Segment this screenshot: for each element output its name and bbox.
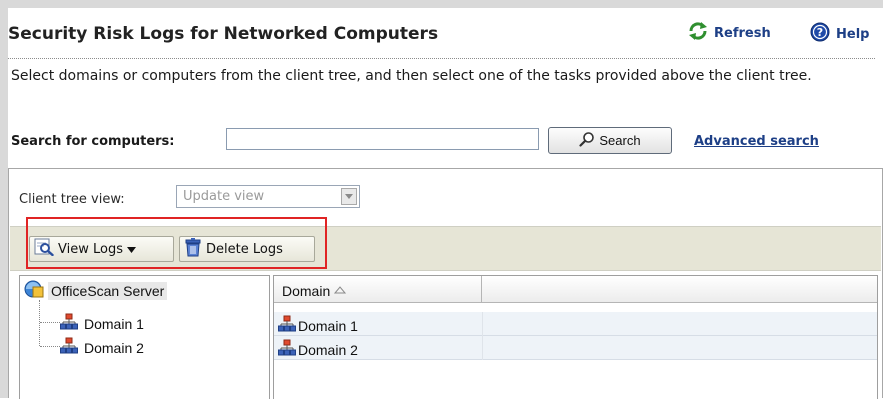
client-tree-view-value: Update view	[183, 189, 265, 204]
refresh-link[interactable]: Refresh	[688, 22, 771, 44]
chevron-down-icon[interactable]	[341, 188, 357, 205]
refresh-icon	[688, 22, 708, 44]
server-icon	[24, 280, 44, 302]
trash-icon	[184, 237, 202, 261]
search-input[interactable]	[226, 128, 539, 150]
column-header-domain[interactable]: Domain	[274, 276, 482, 302]
toolbar: View Logs Delete Logs	[10, 226, 881, 271]
search-icon	[579, 131, 595, 150]
domain-cell-label: Domain 2	[298, 341, 358, 358]
tree-item-label: Domain 1	[84, 315, 144, 332]
view-logs-icon	[34, 238, 54, 260]
grid-header: Domain	[274, 276, 877, 303]
delete-logs-button[interactable]: Delete Logs	[179, 236, 315, 262]
view-logs-button[interactable]: View Logs	[29, 236, 174, 262]
help-link[interactable]: ? Help	[810, 22, 869, 46]
client-tree-view-select[interactable]: Update view	[176, 185, 360, 208]
sort-ascending-icon	[333, 279, 347, 298]
domain-icon	[60, 337, 78, 358]
table-row[interactable]: Domain 1	[274, 312, 877, 336]
dropdown-arrow-icon[interactable]	[126, 242, 136, 257]
window-frame-top	[0, 0, 883, 8]
tree-root-label: OfficeScan Server	[48, 282, 168, 300]
advanced-search-link[interactable]: Advanced search	[694, 134, 819, 149]
column-separator	[482, 312, 483, 336]
domain-icon	[60, 313, 78, 334]
domain-cell: Domain 1	[278, 315, 358, 336]
search-button[interactable]: Search	[548, 127, 672, 154]
refresh-label: Refresh	[714, 25, 771, 41]
search-button-label: Search	[599, 133, 641, 148]
tree-connector	[40, 346, 60, 347]
domain-cell-label: Domain 1	[298, 317, 358, 334]
domain-cell: Domain 2	[278, 339, 358, 360]
search-label: Search for computers:	[11, 134, 175, 149]
tree-item-label: Domain 2	[84, 339, 144, 356]
table-row[interactable]: Domain 2	[274, 336, 877, 360]
client-tree-view-label: Client tree view:	[19, 192, 125, 207]
column-header-label: Domain	[282, 283, 331, 299]
domain-icon	[278, 315, 296, 336]
tree-root-officescan-server[interactable]: OfficeScan Server	[24, 280, 168, 302]
client-tree-panel: Client tree view: Update view View Logs	[8, 168, 883, 399]
window-frame-left	[0, 0, 8, 398]
svg-text:?: ?	[817, 26, 823, 39]
tree-item-domain-2[interactable]: Domain 2	[60, 337, 144, 358]
title-divider	[8, 58, 875, 59]
page-title: Security Risk Logs for Networked Compute…	[8, 24, 439, 44]
delete-logs-label: Delete Logs	[206, 241, 283, 257]
instructions-text: Select domains or computers from the cli…	[11, 68, 812, 84]
tree-connector	[40, 322, 60, 323]
help-icon: ?	[810, 22, 830, 46]
tree-connector	[39, 300, 40, 346]
help-label: Help	[836, 26, 870, 42]
column-separator	[482, 336, 483, 360]
tree-item-domain-1[interactable]: Domain 1	[60, 313, 144, 334]
client-tree: OfficeScan Server Domain 1 Domain 2	[19, 275, 270, 399]
domain-grid: Domain Domain 1 Domain 2	[273, 275, 878, 399]
view-logs-label: View Logs	[58, 241, 123, 257]
domain-icon	[278, 339, 296, 360]
